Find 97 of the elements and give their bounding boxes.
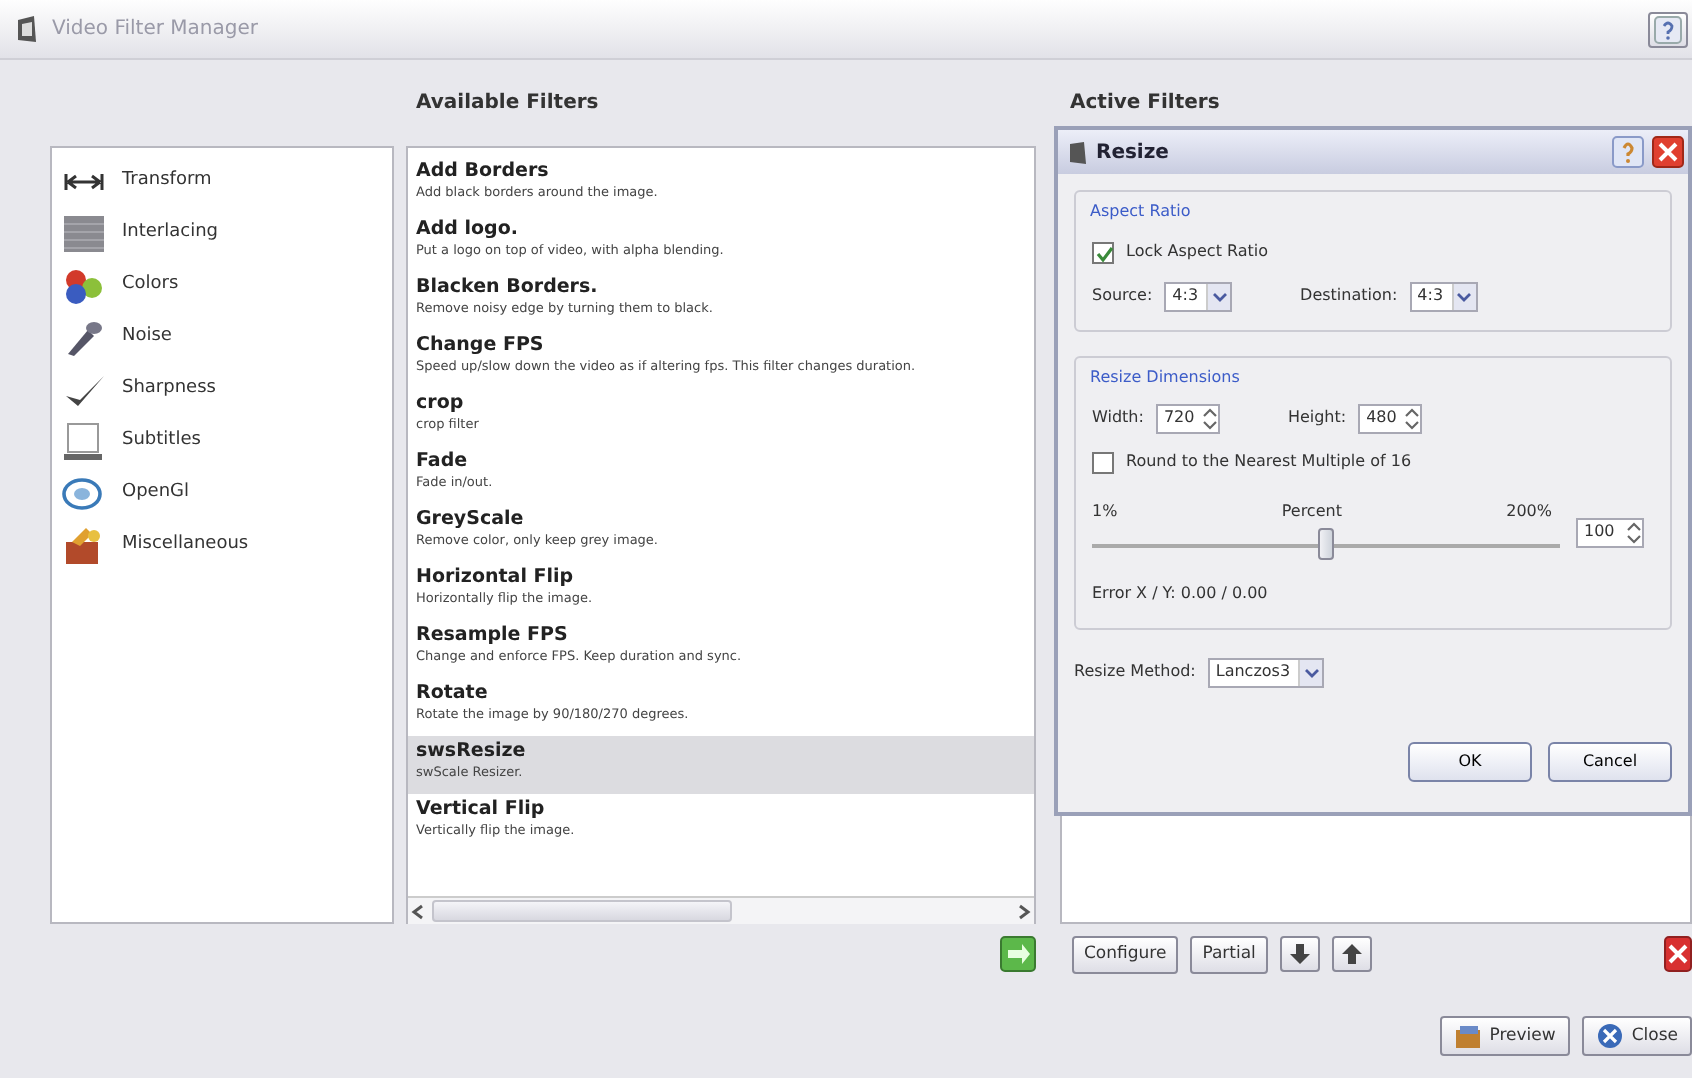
- close-icon: [1595, 1022, 1624, 1050]
- horizontal-scrollbar[interactable]: [408, 896, 1034, 924]
- width-spinbox[interactable]: 720: [1155, 403, 1220, 433]
- scroll-right-icon: [1014, 901, 1034, 921]
- balls-icon: [62, 266, 106, 306]
- filter-name: swsResize: [416, 740, 528, 764]
- category-label: Interlacing: [122, 220, 219, 247]
- combo-value: 4:3: [1172, 284, 1199, 308]
- combo-value: Lanczos3: [1215, 660, 1291, 684]
- filter-name: Add logo.: [416, 218, 520, 242]
- toolbox-icon: [62, 526, 106, 566]
- filter-name: Resample FPS: [416, 624, 570, 648]
- category-label: Subtitles: [122, 428, 201, 455]
- move-down-button[interactable]: [1279, 936, 1320, 972]
- button-label: Preview: [1489, 1023, 1556, 1049]
- remove-icon: [1664, 936, 1692, 972]
- filter-name: Rotate: [416, 682, 490, 706]
- category-item[interactable]: Sharpness: [52, 364, 392, 416]
- close-icon: [1652, 136, 1684, 168]
- scroll-left-icon: [408, 901, 428, 921]
- filter-name: crop: [416, 392, 466, 416]
- caret-icon: [1456, 289, 1473, 303]
- caret-icon: [1211, 289, 1228, 303]
- move-up-button[interactable]: [1331, 936, 1372, 972]
- checkbox-label: Round to the Nearest Multiple of 16: [1126, 450, 1412, 474]
- partial-button[interactable]: Partial: [1190, 935, 1268, 973]
- window-title: Video Filter Manager: [52, 16, 260, 44]
- group-legend: Resize Dimensions: [1086, 368, 1244, 388]
- category-item[interactable]: Noise: [52, 312, 392, 364]
- field-label: Destination:: [1300, 284, 1398, 308]
- ok-button[interactable]: OK: [1408, 742, 1532, 782]
- filter-name: Horizontal Flip: [416, 566, 576, 590]
- filter-name: Add Borders: [416, 160, 551, 184]
- filter-name: Blacken Borders.: [416, 276, 600, 300]
- field-label: Resize Method:: [1074, 660, 1196, 684]
- column-heading: Active Filters: [1068, 90, 1222, 118]
- filter-name: Fade: [416, 450, 470, 474]
- scroll-thumb[interactable]: [432, 900, 732, 922]
- caret-icon: [1303, 665, 1320, 679]
- checkbox-label: Lock Aspect Ratio: [1126, 240, 1269, 264]
- ring-icon: [62, 474, 106, 514]
- help-icon: [1612, 136, 1644, 168]
- percent-spinbox[interactable]: 100: [1576, 517, 1644, 547]
- category-item[interactable]: OpenGl: [52, 468, 392, 520]
- checkbox[interactable]: [1092, 451, 1114, 473]
- help-icon: [1654, 15, 1682, 43]
- category-item[interactable]: Colors: [52, 260, 392, 312]
- combo-value: 4:3: [1417, 284, 1444, 308]
- slider-label: 1%: [1092, 500, 1118, 524]
- error-readout: Error X / Y: 0.00 / 0.00: [1092, 582, 1268, 606]
- category-label: OpenGl: [122, 480, 190, 507]
- field-label: Height:: [1287, 406, 1347, 430]
- column-heading: Available Filters: [414, 90, 601, 118]
- filter-name: Change FPS: [416, 334, 546, 358]
- filter-name: Vertical Flip: [416, 798, 547, 822]
- height-spinbox[interactable]: 480: [1358, 403, 1423, 433]
- filter-name: GreyScale: [416, 508, 526, 532]
- app-icon: [1066, 139, 1088, 165]
- field-label: Source:: [1092, 284, 1153, 308]
- spin-arrows-icon: [1404, 407, 1421, 429]
- spin-arrows-icon: [1201, 407, 1218, 429]
- striped-square-icon: [62, 214, 106, 254]
- pen-icon: [62, 318, 106, 358]
- slider-label: 200%: [1506, 500, 1552, 524]
- add-button[interactable]: [1000, 936, 1036, 972]
- down-arrow-icon: [1285, 940, 1314, 968]
- document-icon: [62, 422, 106, 462]
- category-item[interactable]: Miscellaneous: [52, 520, 392, 572]
- category-label: Miscellaneous: [122, 532, 249, 559]
- category-label: Transform: [122, 168, 212, 195]
- button-label: Close: [1631, 1023, 1678, 1049]
- remove-button[interactable]: [1664, 936, 1692, 972]
- cancel-button[interactable]: Cancel: [1548, 742, 1672, 782]
- slider-thumb[interactable]: [1318, 528, 1334, 560]
- category-label: Noise: [122, 324, 172, 351]
- method-dropdown[interactable]: Lanczos3: [1207, 657, 1325, 687]
- checkbox[interactable]: [1092, 241, 1114, 263]
- dialog-title: Resize: [1096, 139, 1171, 167]
- slider-label: Percent: [1281, 500, 1342, 524]
- help-button[interactable]: [1648, 11, 1688, 47]
- preview-button[interactable]: Preview: [1439, 1016, 1570, 1056]
- category-label: Colors: [122, 272, 179, 299]
- up-arrow-icon: [1337, 940, 1366, 968]
- app-icon: [12, 14, 40, 44]
- configure-button[interactable]: Configure: [1072, 935, 1179, 973]
- category-item[interactable]: Interlacing: [52, 208, 392, 260]
- field-label: Width:: [1092, 406, 1144, 430]
- check-icon: [1094, 243, 1116, 265]
- category-item[interactable]: Subtitles: [52, 416, 392, 468]
- group-legend: Aspect Ratio: [1086, 202, 1195, 222]
- spin-arrows-icon: [1626, 521, 1642, 543]
- close-button[interactable]: [1652, 136, 1684, 168]
- category-label: Sharpness: [122, 376, 216, 403]
- category-item[interactable]: Transform: [52, 156, 392, 208]
- close-button[interactable]: Close: [1581, 1016, 1692, 1056]
- source-dropdown[interactable]: 4:3: [1164, 281, 1233, 311]
- destination-dropdown[interactable]: 4:3: [1409, 281, 1478, 311]
